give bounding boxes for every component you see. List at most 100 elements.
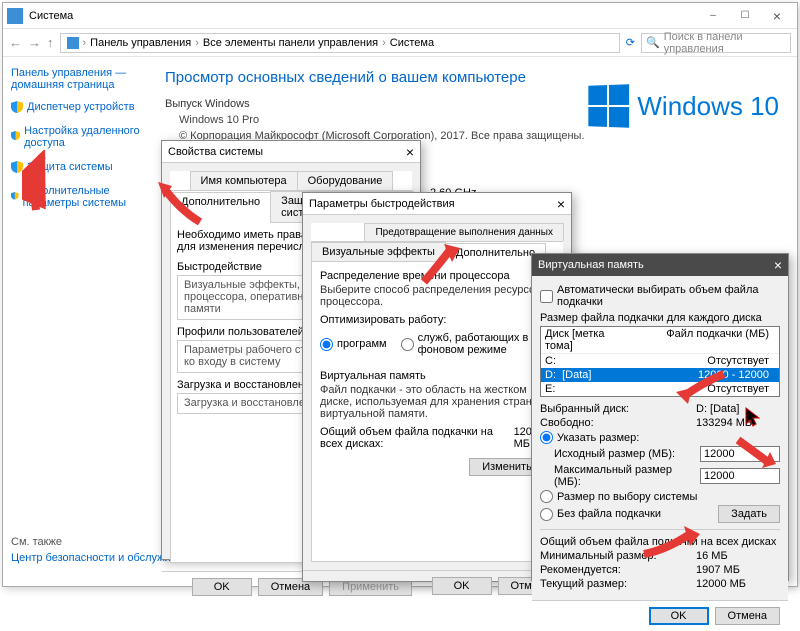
search-icon: 🔍 — [646, 36, 660, 49]
drive: E: — [545, 383, 555, 395]
dialog-title: Свойства системы × — [162, 141, 420, 163]
page: 12000 - 12000 — [635, 369, 775, 381]
ok-button[interactable]: OK — [649, 607, 709, 625]
shield-icon — [11, 101, 23, 113]
disk-list[interactable]: Диск [метка тома]Файл подкачки (МБ) C: От… — [540, 326, 780, 397]
sched-label: Распределение времени процессора — [320, 270, 554, 282]
back-button[interactable]: ← — [9, 35, 22, 50]
dialog-title: Виртуальная память × — [532, 254, 788, 276]
rec-label: Рекомендуется: — [540, 564, 690, 576]
breadcrumb-item[interactable]: Панель управления — [90, 37, 191, 49]
up-button[interactable]: ↑ — [47, 35, 54, 50]
close-button[interactable]: × — [761, 5, 793, 27]
cancel-button[interactable]: Отмена — [715, 607, 780, 625]
tab-computer-name[interactable]: Имя компьютера — [190, 171, 298, 190]
col-page: Файл подкачки (МБ) — [635, 328, 775, 352]
close-button[interactable]: × — [406, 144, 414, 160]
breadcrumb[interactable]: › Панель управления › Все элементы панел… — [60, 33, 620, 53]
forward-button[interactable]: → — [28, 35, 41, 50]
ok-button[interactable]: OK — [432, 577, 492, 595]
windows-logo-icon — [589, 84, 630, 128]
tab-dep[interactable]: Предотвращение выполнения данных — [364, 223, 564, 241]
close-button[interactable]: × — [557, 196, 565, 212]
vm-total-label: Общий объем файла подкачки на всех диска… — [320, 426, 514, 450]
vm-label: Виртуальная память — [320, 370, 554, 382]
breadcrumb-item[interactable]: Все элементы панели управления — [203, 37, 378, 49]
sidebar-item-protection[interactable]: Защита системы — [11, 157, 145, 177]
window-icon — [7, 8, 23, 24]
disk-row[interactable]: E: Отсутствует — [541, 382, 779, 396]
shield-icon — [11, 131, 20, 143]
radio-label: Указать размер: — [557, 432, 639, 444]
cur-value: 12000 МБ — [696, 578, 746, 590]
toolbar: ← → ↑ › Панель управления › Все элементы… — [3, 29, 797, 57]
dialog-title: Параметры быстродействия × — [303, 193, 571, 215]
page: Отсутствует — [635, 383, 775, 395]
tab-visual[interactable]: Визуальные эффекты — [311, 242, 446, 261]
radio-label: Без файла подкачки — [557, 508, 661, 520]
free-value: 133294 МБ — [696, 417, 752, 429]
set-button[interactable]: Задать — [718, 505, 780, 523]
max-input[interactable] — [700, 468, 780, 484]
col-disk: Диск [метка тома] — [545, 328, 635, 352]
radio-programs[interactable]: программ — [320, 332, 387, 356]
radio-none[interactable]: Без файла подкачки — [540, 508, 718, 521]
rec-value: 1907 МБ — [696, 564, 740, 576]
checkbox-label: Автоматически выбирать объем файла подка… — [557, 284, 780, 308]
free-label: Свободно: — [540, 417, 690, 429]
cur-label: Текущий размер: — [540, 578, 690, 590]
dialog-title-text: Параметры быстродействия — [309, 198, 455, 210]
sched-desc: Выберите способ распределения ресурсов п… — [320, 284, 554, 308]
disk-row[interactable]: C: Отсутствует — [541, 354, 779, 368]
sidebar-link[interactable]: Диспетчер устройств — [27, 101, 135, 113]
drive: D: — [545, 369, 556, 381]
monitor-icon — [67, 37, 79, 49]
initial-label: Исходный размер (МБ): — [554, 448, 694, 460]
ok-button[interactable]: OK — [192, 578, 252, 596]
vm-desc: Файл подкачки - это область на жестком д… — [320, 384, 554, 420]
sidebar-header[interactable]: Панель управления — домашняя страница — [11, 67, 145, 91]
windows-logo: Windows 10 — [587, 85, 779, 127]
sidebar-link[interactable]: Защита системы — [27, 161, 113, 173]
drive: C: — [545, 355, 556, 367]
search-input[interactable]: 🔍 Поиск в панели управления — [641, 33, 791, 53]
sidebar-item-advanced[interactable]: Дополнительные параметры системы — [11, 181, 145, 213]
disk-row[interactable]: D: [Data] 12000 - 12000 — [541, 368, 779, 382]
radio-label: программ — [337, 338, 387, 350]
shield-icon — [11, 161, 23, 173]
tab-advanced[interactable]: Дополнительно — [170, 192, 271, 223]
page: Отсутствует — [635, 355, 775, 367]
titlebar: Система – ☐ × — [3, 3, 797, 29]
radio-custom[interactable]: Указать размер: — [540, 431, 780, 444]
min-value: 16 МБ — [696, 550, 728, 562]
minimize-button[interactable]: – — [697, 5, 729, 27]
windows-logo-text: Windows 10 — [637, 91, 779, 122]
dialog-title-text: Свойства системы — [168, 146, 263, 158]
drive-label: [Data] — [562, 369, 591, 381]
page-title: Просмотр основных сведений о вашем компь… — [165, 69, 785, 86]
sidebar-link[interactable]: Настройка удаленного доступа — [24, 125, 145, 149]
max-label: Максимальный размер (МБ): — [554, 464, 694, 488]
total-header: Общий объем файла подкачки на всех диска… — [540, 536, 780, 548]
breadcrumb-item[interactable]: Система — [390, 37, 434, 49]
opt-label: Оптимизировать работу: — [320, 314, 554, 326]
maximize-button[interactable]: ☐ — [729, 5, 761, 27]
selected-label: Выбранный диск: — [540, 403, 690, 415]
min-label: Минимальный размер: — [540, 550, 690, 562]
sidebar-item-remote[interactable]: Настройка удаленного доступа — [11, 121, 145, 153]
size-label: Размер файла подкачки для каждого диска — [540, 312, 780, 324]
sidebar-item-device-manager[interactable]: Диспетчер устройств — [11, 97, 145, 117]
radio-label: Размер по выбору системы — [557, 491, 697, 503]
radio-system[interactable]: Размер по выбору системы — [540, 490, 780, 503]
search-placeholder: Поиск в панели управления — [664, 31, 786, 55]
auto-checkbox[interactable]: Автоматически выбирать объем файла подка… — [540, 284, 780, 308]
tab-hardware[interactable]: Оборудование — [297, 171, 394, 190]
virtual-memory-dialog: Виртуальная память × Автоматически выбир… — [531, 253, 789, 581]
shield-icon — [11, 191, 19, 203]
refresh-button[interactable]: ⟳ — [626, 36, 635, 49]
initial-input[interactable] — [700, 446, 780, 462]
sidebar-link[interactable]: Дополнительные параметры системы — [23, 185, 145, 209]
dialog-title-text: Виртуальная память — [538, 259, 644, 271]
window-title: Система — [29, 10, 697, 22]
close-button[interactable]: × — [774, 257, 782, 273]
